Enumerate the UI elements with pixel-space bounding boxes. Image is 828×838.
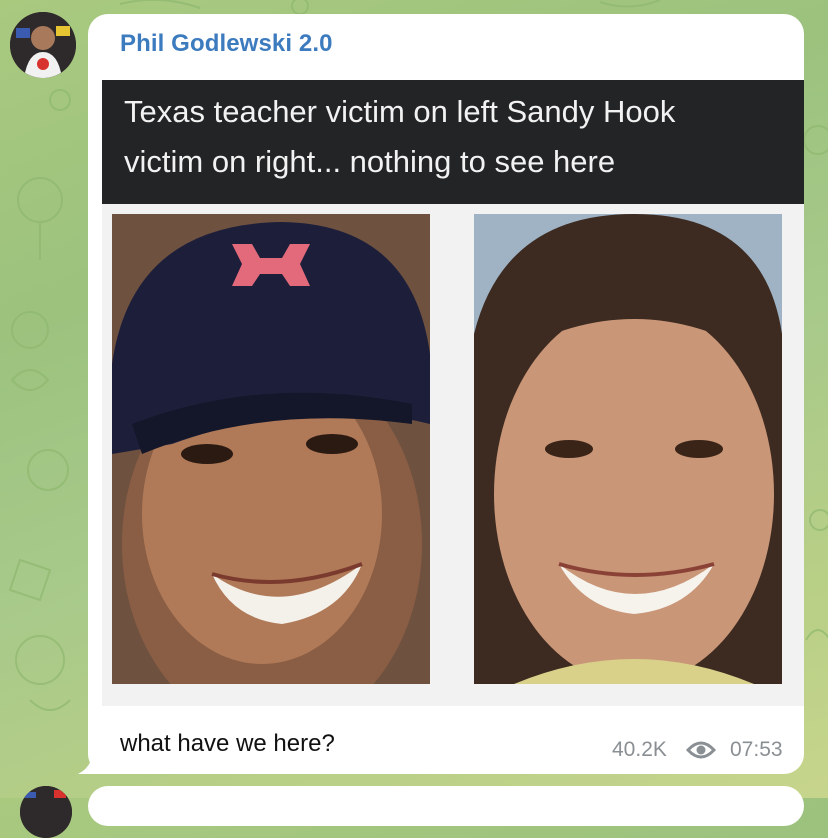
sender-name[interactable]: Phil Godlewski 2.0 [120, 30, 333, 58]
photo-caption-line-2: victim on right... nothing to see here [124, 144, 616, 179]
avatar-image [10, 12, 76, 78]
photo-caption-line-1: Texas teacher victim on left Sandy Hook [124, 94, 676, 129]
photo-right-face [474, 214, 782, 684]
next-message-bubble[interactable] [88, 786, 804, 826]
sender-avatar[interactable] [10, 12, 76, 78]
message-text: what have we here? [120, 730, 335, 757]
photo-caption-bar: Texas teacher victim on left Sandy Hook … [102, 80, 804, 204]
view-count: 40.2K [612, 738, 667, 761]
next-avatar-image [20, 786, 72, 838]
photo-left-face [112, 214, 430, 684]
eye-icon [686, 741, 716, 759]
message-photo[interactable]: Texas teacher victim on left Sandy Hook … [102, 80, 804, 706]
message-time: 07:53 [730, 738, 783, 761]
bubble-tail [78, 756, 108, 774]
next-sender-avatar[interactable] [20, 786, 72, 838]
